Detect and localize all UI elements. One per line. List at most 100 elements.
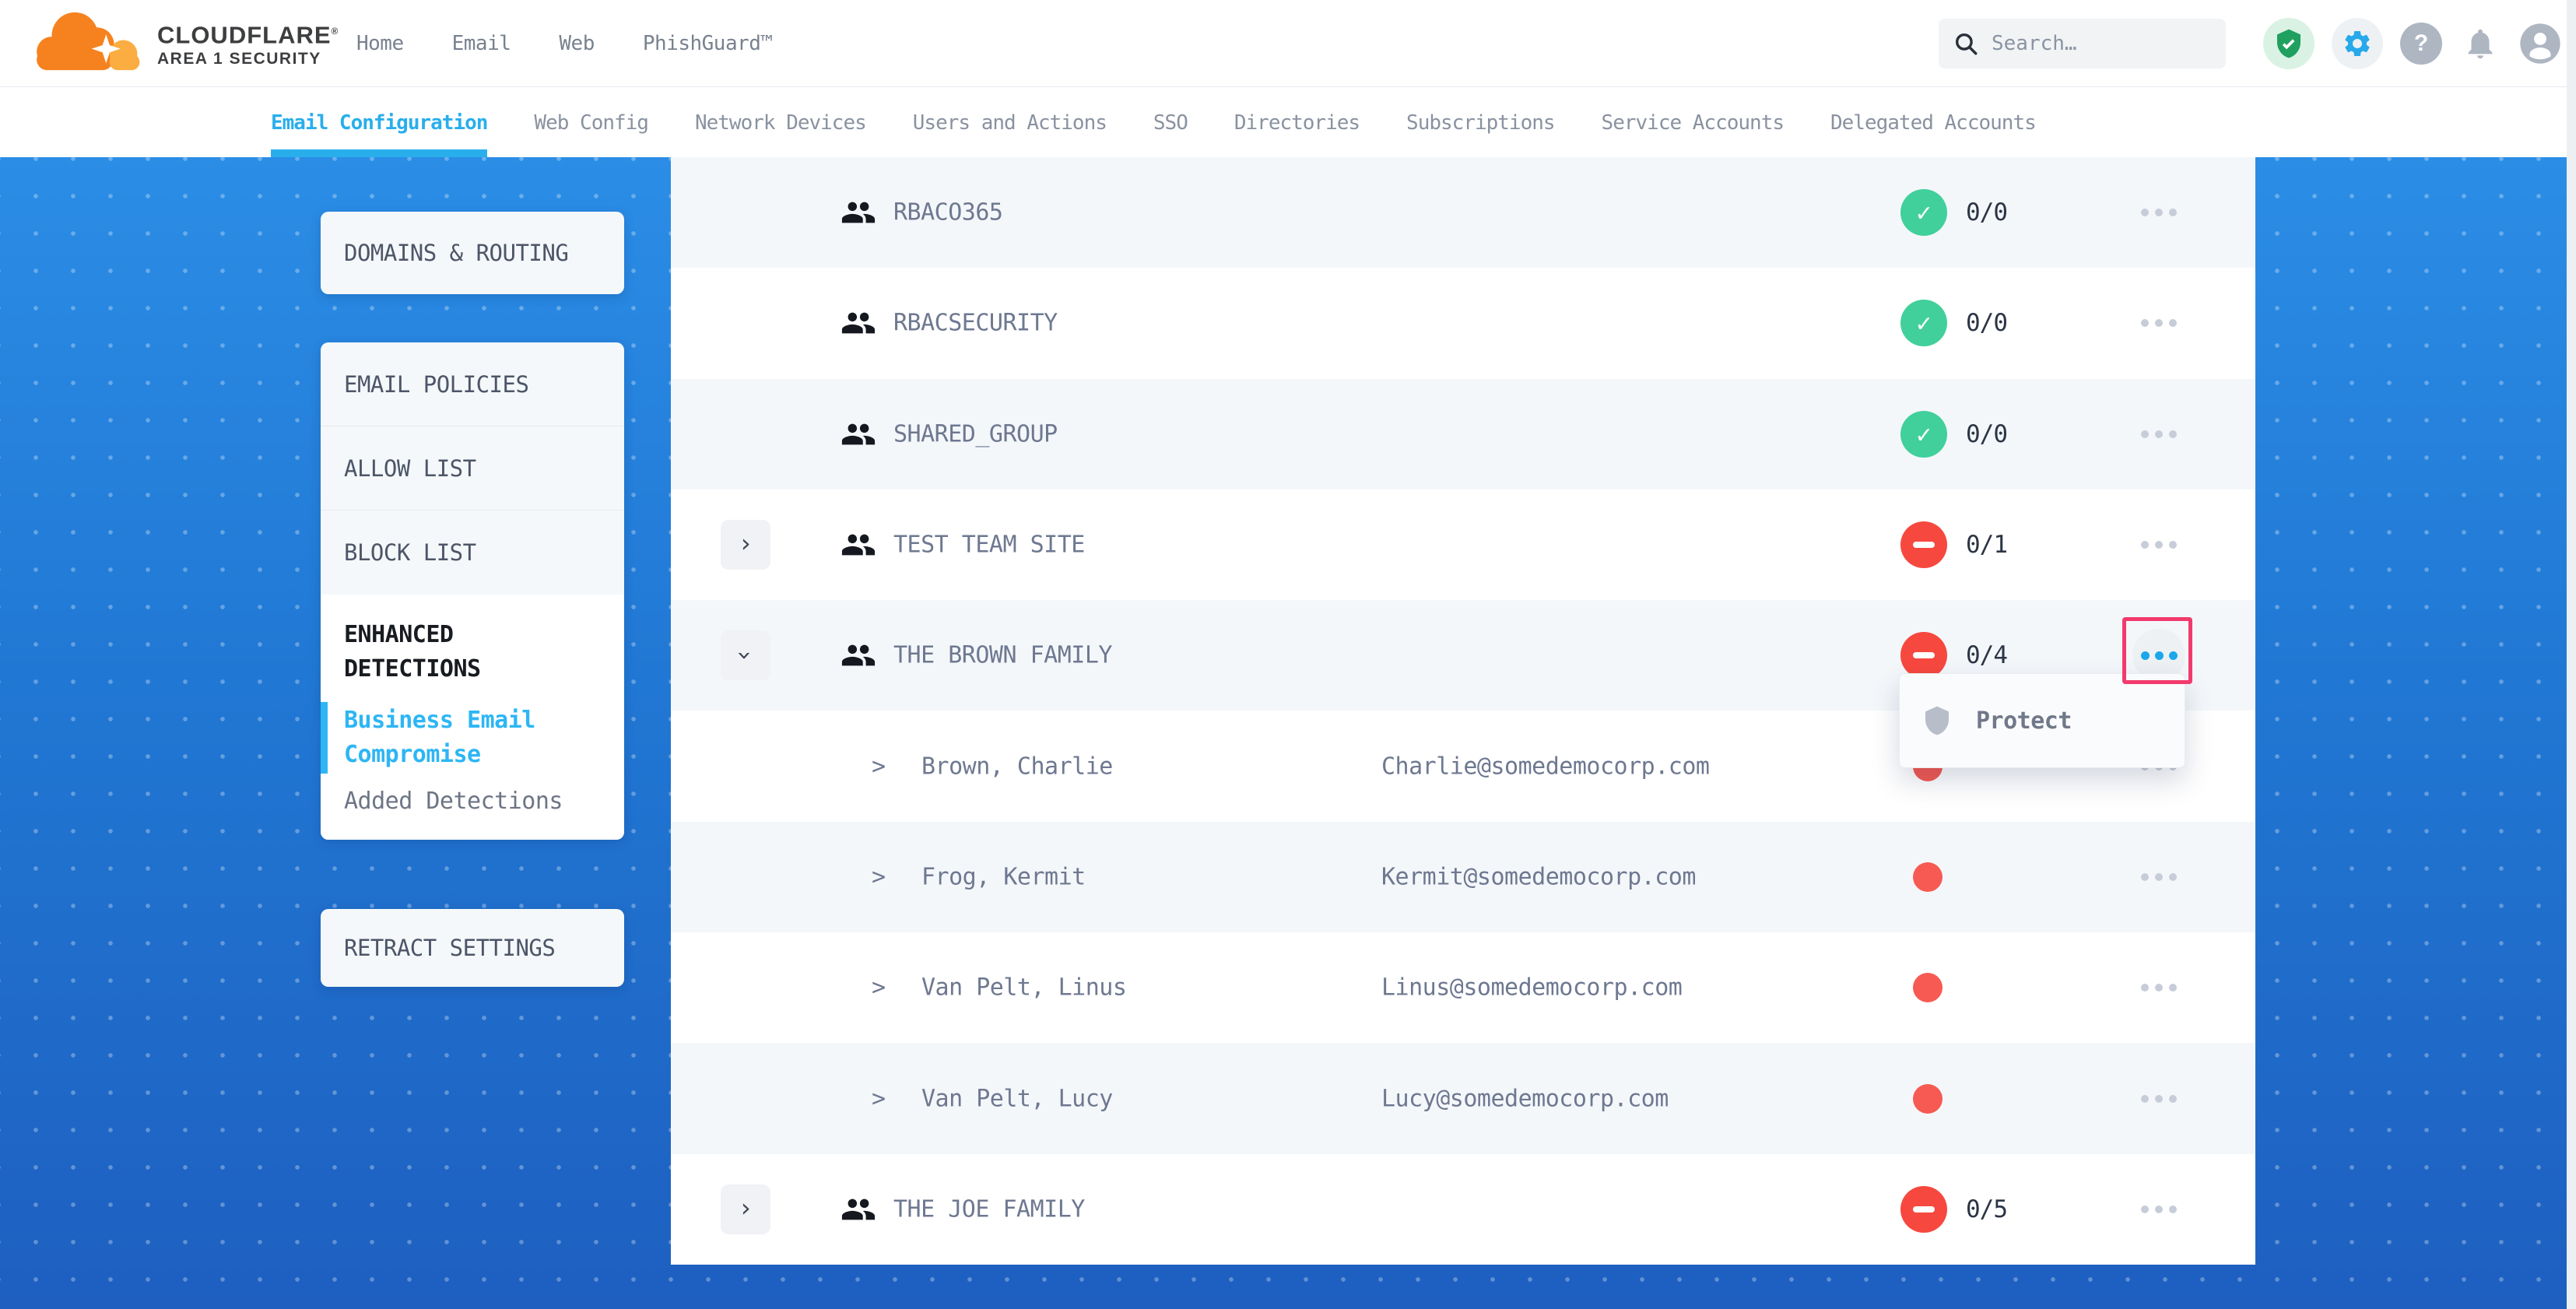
status-badge-pass: ✓ — [1900, 300, 1947, 346]
search-input[interactable] — [1992, 32, 2212, 55]
row-menu-button[interactable] — [2126, 520, 2192, 570]
table-row: RBACO365 ✓ 0/0 — [671, 157, 2255, 268]
shield-check-icon[interactable] — [2263, 18, 2315, 69]
help-icon[interactable]: ? — [2400, 23, 2442, 65]
shield-icon — [1921, 705, 1953, 736]
nav-phishguard[interactable]: PhishGuard™ — [643, 32, 773, 55]
status-dot-fail — [1913, 862, 1943, 892]
row-menu-button[interactable] — [2126, 1184, 2192, 1234]
table-row: › THE JOE FAMILY 0/5 — [671, 1154, 2255, 1265]
group-icon — [841, 527, 876, 563]
chevron-right-icon: › — [738, 531, 753, 556]
sidebar-item-retract-settings[interactable]: RETRACT SETTINGS — [321, 909, 624, 987]
collapse-button[interactable]: › — [721, 630, 770, 680]
primary-nav: Home Email Web PhishGuard™ — [356, 0, 773, 87]
notifications-bell-icon[interactable] — [2459, 23, 2501, 65]
header-icons: ? — [2263, 0, 2562, 87]
sidebar-item-enhanced-detections[interactable]: ENHANCED DETECTIONS — [344, 618, 599, 686]
status-badge-pass: ✓ — [1900, 189, 1947, 236]
chevron-right-icon: > — [872, 753, 886, 780]
tab-service-accounts[interactable]: Service Accounts — [1602, 88, 1784, 157]
tab-sso[interactable]: SSO — [1153, 88, 1188, 157]
member-name: Frog, Kermit — [921, 863, 1086, 890]
sidebar-item-business-email-compromise[interactable]: Business Email Compromise — [344, 704, 599, 772]
group-name: THE JOE FAMILY — [893, 1195, 1085, 1223]
tab-subscriptions[interactable]: Subscriptions — [1406, 88, 1555, 157]
chevron-right-icon: > — [872, 863, 886, 890]
status-count: 0/0 — [1966, 309, 2007, 337]
row-menu-button[interactable] — [2126, 852, 2192, 902]
enhanced-detections-section: ENHANCED DETECTIONS Business Email Compr… — [321, 595, 624, 840]
group-name: RBACO365 — [893, 199, 1003, 226]
minus-icon — [1913, 652, 1935, 658]
tab-network-devices[interactable]: Network Devices — [695, 88, 866, 157]
check-icon: ✓ — [1916, 200, 1931, 225]
status-badge-pass: ✓ — [1900, 411, 1947, 458]
section-tabbar: Email Configuration Web Config Network D… — [0, 88, 2576, 157]
group-icon — [841, 195, 876, 230]
settings-gear-icon[interactable] — [2332, 18, 2383, 69]
group-name: TEST TEAM SITE — [893, 532, 1085, 559]
check-icon: ✓ — [1916, 422, 1931, 447]
group-icon — [841, 305, 876, 341]
app-window: CLOUDFLARE® AREA 1 SECURITY Home Email W… — [0, 0, 2576, 1309]
status-count: 0/5 — [1966, 1195, 2007, 1223]
minus-icon — [1913, 542, 1935, 548]
row-menu-button[interactable] — [2126, 963, 2192, 1012]
nav-email[interactable]: Email — [452, 32, 511, 55]
row-menu-button[interactable] — [2126, 1074, 2192, 1124]
status-count: 0/0 — [1966, 420, 2007, 448]
sidebar-item-added-detections[interactable]: Added Detections — [344, 788, 599, 815]
sidebar-item-email-policies[interactable]: EMAIL POLICIES — [321, 342, 624, 426]
table-row: › TEST TEAM SITE 0/1 — [671, 490, 2255, 600]
group-icon — [841, 1191, 876, 1227]
content-area: DOMAINS & ROUTING EMAIL POLICIES ALLOW L… — [0, 157, 2576, 1309]
nav-web[interactable]: Web — [559, 32, 594, 55]
member-name: Van Pelt, Lucy — [921, 1085, 1113, 1112]
group-name: RBACSECURITY — [893, 310, 1058, 337]
expand-button[interactable]: › — [721, 520, 770, 570]
chevron-right-icon: > — [872, 1085, 886, 1112]
chevron-right-icon: > — [872, 974, 886, 1002]
tab-users-and-actions[interactable]: Users and Actions — [913, 88, 1107, 157]
member-name: Brown, Charlie — [921, 753, 1113, 780]
chevron-right-icon: › — [738, 1195, 753, 1220]
brand-subtitle: AREA 1 SECURITY — [157, 49, 339, 69]
member-email: Charlie@somedemocorp.com — [1381, 753, 1709, 780]
row-menu-button[interactable] — [2126, 298, 2192, 348]
table-row: > Van Pelt, Lucy Lucy@somedemocorp.com — [671, 1043, 2255, 1153]
nav-home[interactable]: Home — [356, 32, 404, 55]
table-row: RBACSECURITY ✓ 0/0 — [671, 268, 2255, 378]
sidebar-item-domains-routing[interactable]: DOMAINS & ROUTING — [321, 212, 624, 294]
status-badge-fail — [1900, 1186, 1947, 1233]
group-icon — [841, 637, 876, 673]
group-name: THE BROWN FAMILY — [893, 642, 1112, 669]
sidebar-item-block-list[interactable]: BLOCK LIST — [321, 511, 624, 595]
expand-button[interactable]: › — [721, 1184, 770, 1234]
menu-item-protect[interactable]: Protect — [1976, 707, 2072, 735]
status-count: 0/0 — [1966, 198, 2007, 226]
member-email: Linus@somedemocorp.com — [1381, 974, 1682, 1002]
account-icon[interactable] — [2518, 22, 2562, 65]
table-row: > Van Pelt, Linus Linus@somedemocorp.com — [671, 932, 2255, 1043]
group-name: SHARED_GROUP — [893, 420, 1058, 447]
tab-directories[interactable]: Directories — [1234, 88, 1360, 157]
registered-mark: ® — [332, 26, 339, 37]
group-icon — [841, 416, 876, 452]
cloudflare-cloud-icon — [30, 3, 153, 84]
member-name: Van Pelt, Linus — [921, 974, 1126, 1002]
status-badge-fail — [1900, 521, 1947, 568]
search-box[interactable] — [1939, 19, 2226, 68]
tab-web-config[interactable]: Web Config — [534, 88, 648, 157]
highlight-box — [2122, 617, 2192, 684]
scrollbar[interactable] — [2567, 0, 2576, 1309]
tab-delegated-accounts[interactable]: Delegated Accounts — [1830, 88, 2036, 157]
row-menu-button[interactable] — [2126, 188, 2192, 237]
tab-email-configuration[interactable]: Email Configuration — [271, 88, 487, 157]
status-badge-fail — [1900, 632, 1947, 679]
status-count: 0/1 — [1966, 531, 2007, 559]
row-menu-button[interactable] — [2126, 409, 2192, 459]
sidebar-item-allow-list[interactable]: ALLOW LIST — [321, 426, 624, 511]
check-icon: ✓ — [1916, 311, 1931, 335]
minus-icon — [1913, 1206, 1935, 1212]
